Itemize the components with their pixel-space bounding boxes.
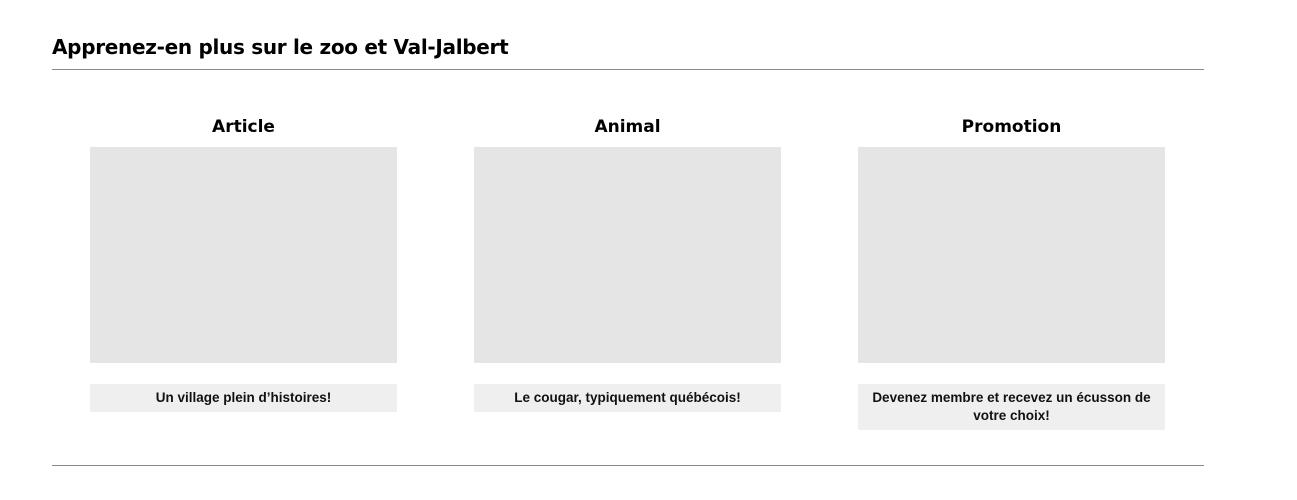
card-button-promotion[interactable]: Devenez membre et recevez un écusson de … xyxy=(858,384,1165,430)
card-image-article[interactable] xyxy=(90,147,397,363)
card-heading-promotion: Promotion xyxy=(961,117,1062,137)
card-button-article[interactable]: Un village plein d’histoires! xyxy=(90,384,397,412)
top-divider xyxy=(52,69,1204,70)
card-heading-article: Article xyxy=(212,117,275,137)
card-promotion: Promotion Devenez membre et recevez un é… xyxy=(858,112,1165,430)
bottom-divider xyxy=(52,465,1204,466)
card-heading-animal: Animal xyxy=(594,117,661,137)
card-article: Article Un village plein d’histoires! xyxy=(90,112,397,412)
card-animal: Animal Le cougar, typiquement québécois! xyxy=(474,112,781,412)
section-title: Apprenez-en plus sur le zoo et Val-Jalbe… xyxy=(52,35,509,59)
learn-more-section: Apprenez-en plus sur le zoo et Val-Jalbe… xyxy=(52,0,1204,500)
card-button-animal[interactable]: Le cougar, typiquement québécois! xyxy=(474,384,781,412)
card-image-promotion[interactable] xyxy=(858,147,1165,363)
card-image-animal[interactable] xyxy=(474,147,781,363)
